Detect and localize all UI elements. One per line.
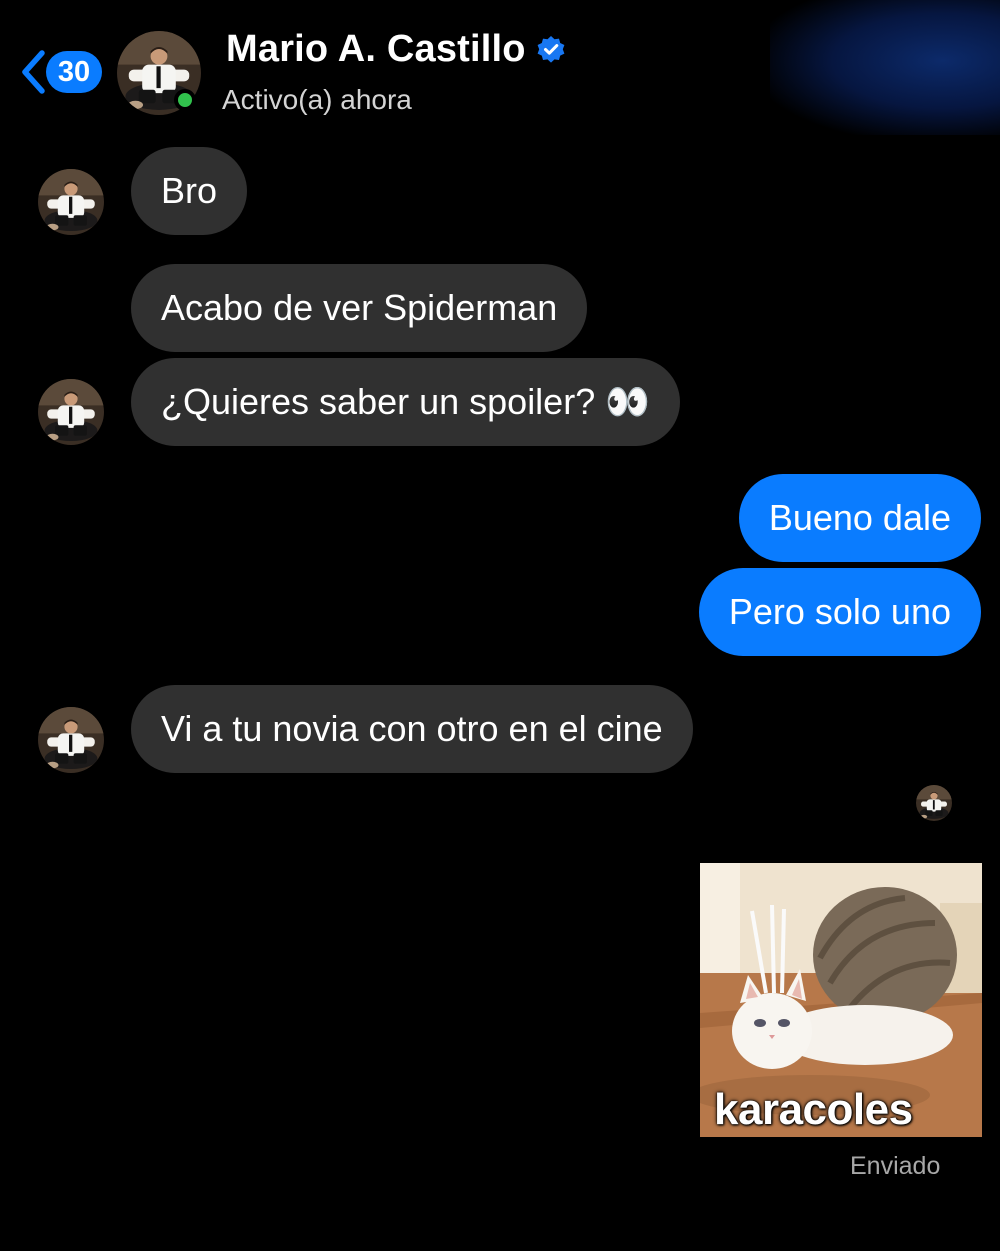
message-bubble-incoming[interactable]: Acabo de ver Spiderman bbox=[131, 264, 588, 352]
sender-avatar[interactable] bbox=[38, 169, 104, 235]
message-bubble-outgoing[interactable]: Pero solo uno bbox=[698, 568, 981, 656]
contact-status: Activo(a) ahora bbox=[222, 84, 412, 115]
sender-avatar[interactable] bbox=[38, 379, 104, 445]
back-button[interactable]: 30 bbox=[20, 47, 102, 97]
message-bubble-incoming[interactable]: Bro bbox=[131, 147, 248, 235]
contact-name[interactable]: Mario A. Castillo bbox=[226, 28, 526, 71]
online-status-dot bbox=[174, 89, 196, 111]
seen-receipt-avatar bbox=[916, 785, 952, 821]
message-bubble-incoming[interactable]: ¿Quieres saber un spoiler? 👀 bbox=[131, 358, 681, 446]
unread-count-badge: 30 bbox=[46, 51, 102, 93]
conversation-header: 30 Mario A. Castillo Activo(a) ahora bbox=[0, 0, 1000, 135]
contact-name-row[interactable]: Mario A. Castillo bbox=[226, 28, 566, 71]
chevron-left-icon bbox=[22, 50, 45, 94]
message-bubble-incoming[interactable]: Vi a tu novia con otro en el cine bbox=[131, 685, 693, 773]
image-attachment[interactable]: karacoles bbox=[700, 863, 982, 1137]
verified-badge-icon bbox=[537, 35, 565, 63]
sender-avatar[interactable] bbox=[38, 707, 104, 773]
message-bubble-outgoing[interactable]: Bueno dale bbox=[738, 474, 981, 562]
header-glow-decoration bbox=[770, 0, 1000, 135]
sticker-caption: karacoles bbox=[714, 1085, 913, 1134]
sent-status-label: Enviado bbox=[850, 1152, 941, 1180]
